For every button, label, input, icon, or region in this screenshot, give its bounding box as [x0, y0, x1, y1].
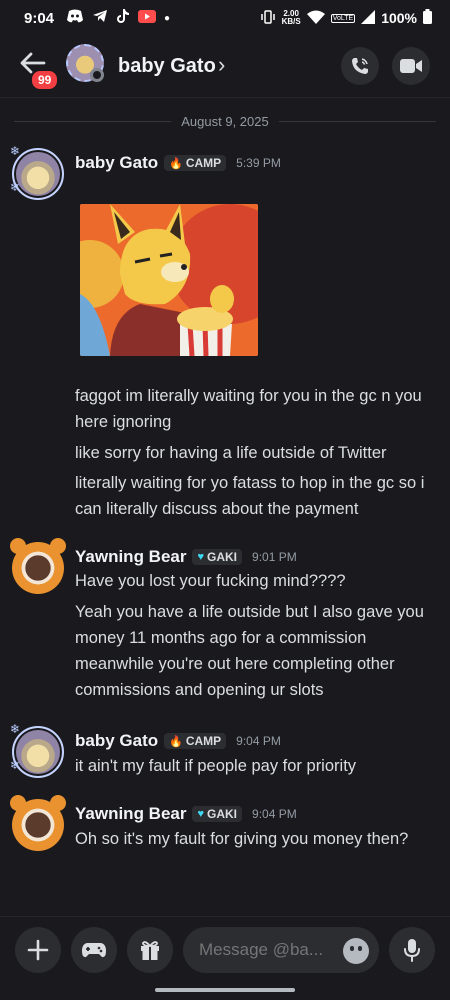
video-call-button[interactable]	[392, 47, 430, 85]
phone-icon	[352, 58, 368, 74]
tag-label: CAMP	[185, 156, 222, 170]
image-attachment[interactable]	[80, 204, 258, 356]
attachment-image	[80, 204, 258, 356]
bear-ear	[10, 795, 26, 811]
divider-line	[278, 120, 436, 122]
timestamp: 5:39 PM	[236, 156, 281, 170]
flame-icon: 🔥	[169, 157, 183, 170]
bear-ear	[10, 538, 26, 554]
video-camera-icon	[400, 59, 422, 73]
voice-message-button[interactable]	[389, 927, 435, 973]
heart-icon: ♥	[197, 808, 205, 820]
author-name[interactable]: baby Gato	[75, 731, 158, 751]
page-title[interactable]: baby Gato	[118, 55, 216, 78]
clan-tag[interactable]: 🔥 CAMP	[164, 155, 227, 171]
status-bar: 9:04 ● 2.00 KB/S VoLTE 100%	[0, 0, 450, 36]
gift-icon	[141, 941, 159, 960]
avatar[interactable]: ❄ ❄	[10, 722, 64, 778]
message-text: Have you lost your fucking mind????	[75, 572, 346, 590]
gamepad-icon	[82, 943, 106, 958]
clan-tag[interactable]: ♥ GAKI	[192, 806, 243, 822]
message-text: literally waiting for yo fatass to hop i…	[75, 474, 425, 518]
message-text: like sorry for having a life outside of …	[75, 444, 387, 462]
date-text: August 9, 2025	[181, 113, 269, 129]
flame-icon: 🔥	[169, 735, 183, 748]
tiktok-icon	[116, 8, 130, 28]
tag-label: CAMP	[185, 734, 222, 748]
author-name[interactable]: baby Gato	[75, 153, 158, 173]
author-name[interactable]: Yawning Bear	[75, 804, 186, 824]
plus-icon	[27, 939, 49, 961]
date-divider: August 9, 2025	[0, 110, 450, 132]
discord-icon	[66, 9, 84, 27]
volte-badge: VoLTE	[330, 13, 356, 23]
snowflake-icon: ❄	[10, 722, 21, 736]
author-name[interactable]: Yawning Bear	[75, 547, 186, 567]
snowflake-icon: ❄	[10, 144, 21, 158]
tag-label: GAKI	[207, 550, 238, 564]
clan-tag[interactable]: 🔥 CAMP	[164, 733, 227, 749]
avatar[interactable]	[10, 795, 66, 851]
bear-ear	[50, 795, 66, 811]
snowflake-icon: ❄	[10, 180, 21, 194]
bear-ear	[50, 538, 66, 554]
status-time: 9:04	[24, 9, 55, 27]
message-text: faggot im literally waiting for you in t…	[75, 387, 422, 431]
snowflake-icon: ❄	[10, 758, 21, 772]
divider-line	[14, 120, 172, 122]
message-header: baby Gato 🔥 CAMP 5:39 PM	[75, 153, 281, 173]
tag-label: GAKI	[207, 807, 238, 821]
activities-button[interactable]	[71, 927, 117, 973]
chat-header: 99 baby Gato ›	[0, 36, 450, 98]
dot-icon: ●	[164, 12, 171, 24]
microphone-icon	[404, 939, 420, 962]
speed-unit: KB/S	[281, 17, 301, 26]
heart-icon: ♥	[197, 551, 205, 563]
avatar[interactable]: ❄ ❄	[10, 144, 64, 200]
message-text: it ain't my fault if people pay for prio…	[75, 757, 357, 775]
network-speed: 2.00 KB/S	[282, 10, 301, 26]
message-text: Yeah you have a life outside but I also …	[75, 603, 424, 699]
offline-status-icon	[90, 68, 104, 82]
battery-icon	[423, 9, 432, 27]
message-header: baby Gato 🔥 CAMP 9:04 PM	[75, 731, 281, 751]
signal-icon	[361, 9, 376, 27]
timestamp: 9:04 PM	[236, 734, 281, 748]
chevron-right-icon[interactable]: ›	[218, 52, 225, 78]
add-attachment-button[interactable]	[15, 927, 61, 973]
status-right: 2.00 KB/S VoLTE 100%	[260, 9, 432, 27]
timestamp: 9:01 PM	[252, 550, 297, 564]
message-header: Yawning Bear ♥ GAKI 9:01 PM	[75, 547, 297, 567]
message-text: Oh so it's my fault for giving you money…	[75, 830, 409, 848]
clan-tag[interactable]: ♥ GAKI	[192, 549, 243, 565]
avatar[interactable]	[10, 538, 66, 594]
home-indicator[interactable]	[155, 988, 295, 992]
battery-text: 100%	[381, 10, 417, 26]
gift-button[interactable]	[127, 927, 173, 973]
timestamp: 9:04 PM	[252, 807, 297, 821]
unread-badge: 99	[30, 69, 60, 91]
vibrate-icon	[260, 9, 276, 27]
voice-call-button[interactable]	[341, 47, 379, 85]
smiley-icon[interactable]	[343, 938, 369, 964]
youtube-icon	[138, 9, 157, 27]
telegram-icon	[92, 9, 108, 27]
wifi-icon	[306, 10, 325, 27]
notification-icons: ●	[66, 8, 170, 28]
message-header: Yawning Bear ♥ GAKI 9:04 PM	[75, 804, 297, 824]
